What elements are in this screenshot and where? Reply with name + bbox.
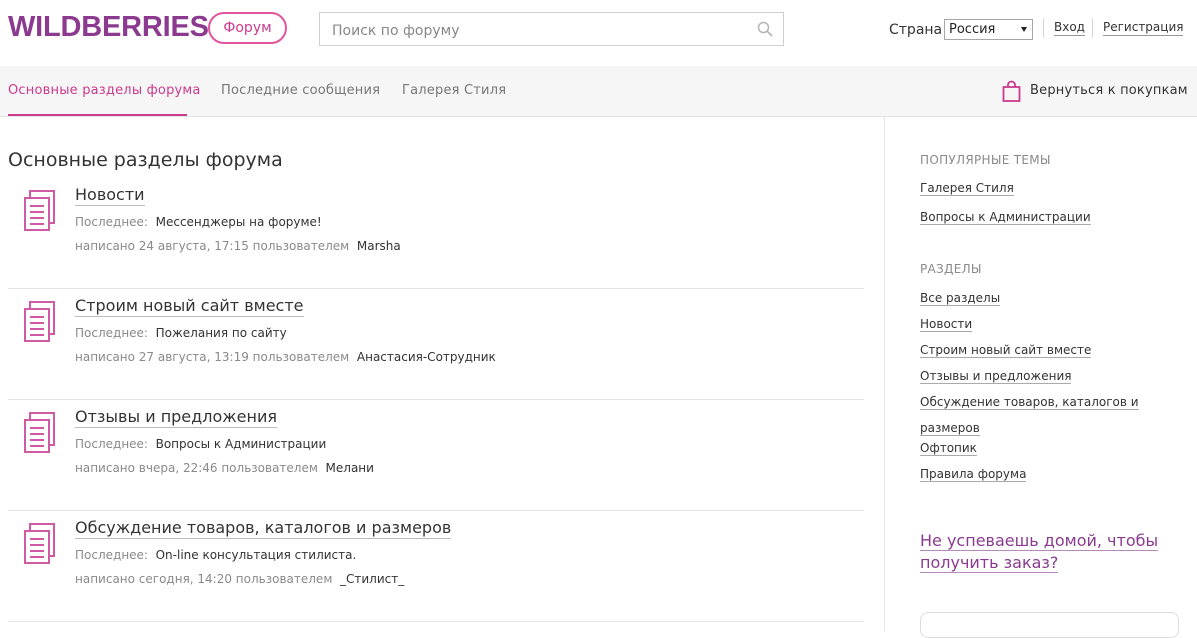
country-value: Россия [949,22,996,37]
section-link-offtopic[interactable]: Офтопик [920,441,977,456]
divider [1092,18,1093,38]
login-link[interactable]: Вход [1054,20,1085,36]
popular-link[interactable]: Галерея Стиля [920,181,1014,196]
sidebar: ПОПУЛЯРНЫЕ ТЕМЫ Галерея Стиля Вопросы к … [884,117,1197,638]
page-title: Основные разделы форума [8,149,283,171]
active-tab-indicator [8,114,187,116]
last-post-link[interactable]: Пожелания по сайту [156,326,287,340]
topic-title[interactable]: Новости [75,185,145,206]
section-link-feedback[interactable]: Отзывы и предложения [920,369,1072,384]
last-label: Последнее: [75,215,148,229]
topic-item: Отзывы и предложения Последнее: Вопросы … [8,399,864,511]
tab-main-sections[interactable]: Основные разделы форума [8,83,201,98]
post-meta: написано вчера, 22:46 пользователем [75,461,318,475]
section-link-rules[interactable]: Правила форума [920,467,1027,482]
section-link-news[interactable]: Новости [920,317,973,332]
country-label: Страна [889,22,943,38]
header: WILDBERRIES Форум Страна Россия Вход Рег… [0,0,1197,66]
document-icon [24,412,55,453]
document-icon [24,190,55,231]
back-to-shop-label: Вернуться к покупкам [1030,83,1188,98]
popular-link[interactable]: Вопросы к Администрации [920,210,1091,225]
nav-bar: Основные разделы форума Последние сообще… [0,66,1197,117]
author-link[interactable]: Анастасия-Сотрудник [357,350,496,364]
promo-box [920,612,1179,638]
last-post-link[interactable]: Мессенджеры на форуме! [156,215,322,229]
divider [1043,18,1044,38]
delivery-promo-link[interactable]: Не успеваешь домой, чтобы получить заказ… [920,530,1160,574]
shopping-bag-icon [1002,80,1021,102]
last-label: Последнее: [75,548,148,562]
sections-heading: РАЗДЕЛЫ [920,262,982,276]
section-link-products[interactable]: Обсуждение товаров, каталогов и размеров [920,389,1150,441]
topic-title[interactable]: Строим новый сайт вместе [75,296,304,317]
search-icon[interactable] [757,21,773,37]
topic-title[interactable]: Отзывы и предложения [75,407,277,428]
topic-item: Новости Последнее: Мессенджеры на форуме… [8,177,864,289]
search-box [319,12,784,46]
last-post-link[interactable]: Вопросы к Администрации [156,437,327,451]
last-post-link[interactable]: On-line консультация стилиста. [156,548,357,562]
section-link-new-site[interactable]: Строим новый сайт вместе [920,343,1092,358]
document-icon [24,523,55,564]
topic-title[interactable]: Обсуждение товаров, каталогов и размеров [75,518,452,539]
post-meta: написано 27 августа, 13:19 пользователем [75,350,350,364]
topic-item: Строим новый сайт вместе Последнее: Поже… [8,288,864,400]
post-meta: написано 24 августа, 17:15 пользователем [75,239,350,253]
popular-topics-heading: ПОПУЛЯРНЫЕ ТЕМЫ [920,153,1051,167]
section-link-all[interactable]: Все разделы [920,291,1001,306]
forum-badge[interactable]: Форум [208,12,287,44]
tab-latest-messages[interactable]: Последние сообщения [221,83,380,98]
topic-item: Обсуждение товаров, каталогов и размеров… [8,510,864,622]
search-input[interactable] [330,20,744,42]
author-link[interactable]: _Стилист_ [340,572,404,586]
chevron-down-icon [1021,27,1027,32]
register-link[interactable]: Регистрация [1103,20,1184,36]
post-meta: написано сегодня, 14:20 пользователем [75,572,333,586]
last-label: Последнее: [75,437,148,451]
author-link[interactable]: Marsha [357,239,401,253]
tab-style-gallery[interactable]: Галерея Стиля [402,83,506,98]
logo[interactable]: WILDBERRIES [8,11,209,44]
document-icon [24,301,55,342]
country-select[interactable]: Россия [944,19,1033,40]
author-link[interactable]: Мелани [326,461,374,475]
last-label: Последнее: [75,326,148,340]
